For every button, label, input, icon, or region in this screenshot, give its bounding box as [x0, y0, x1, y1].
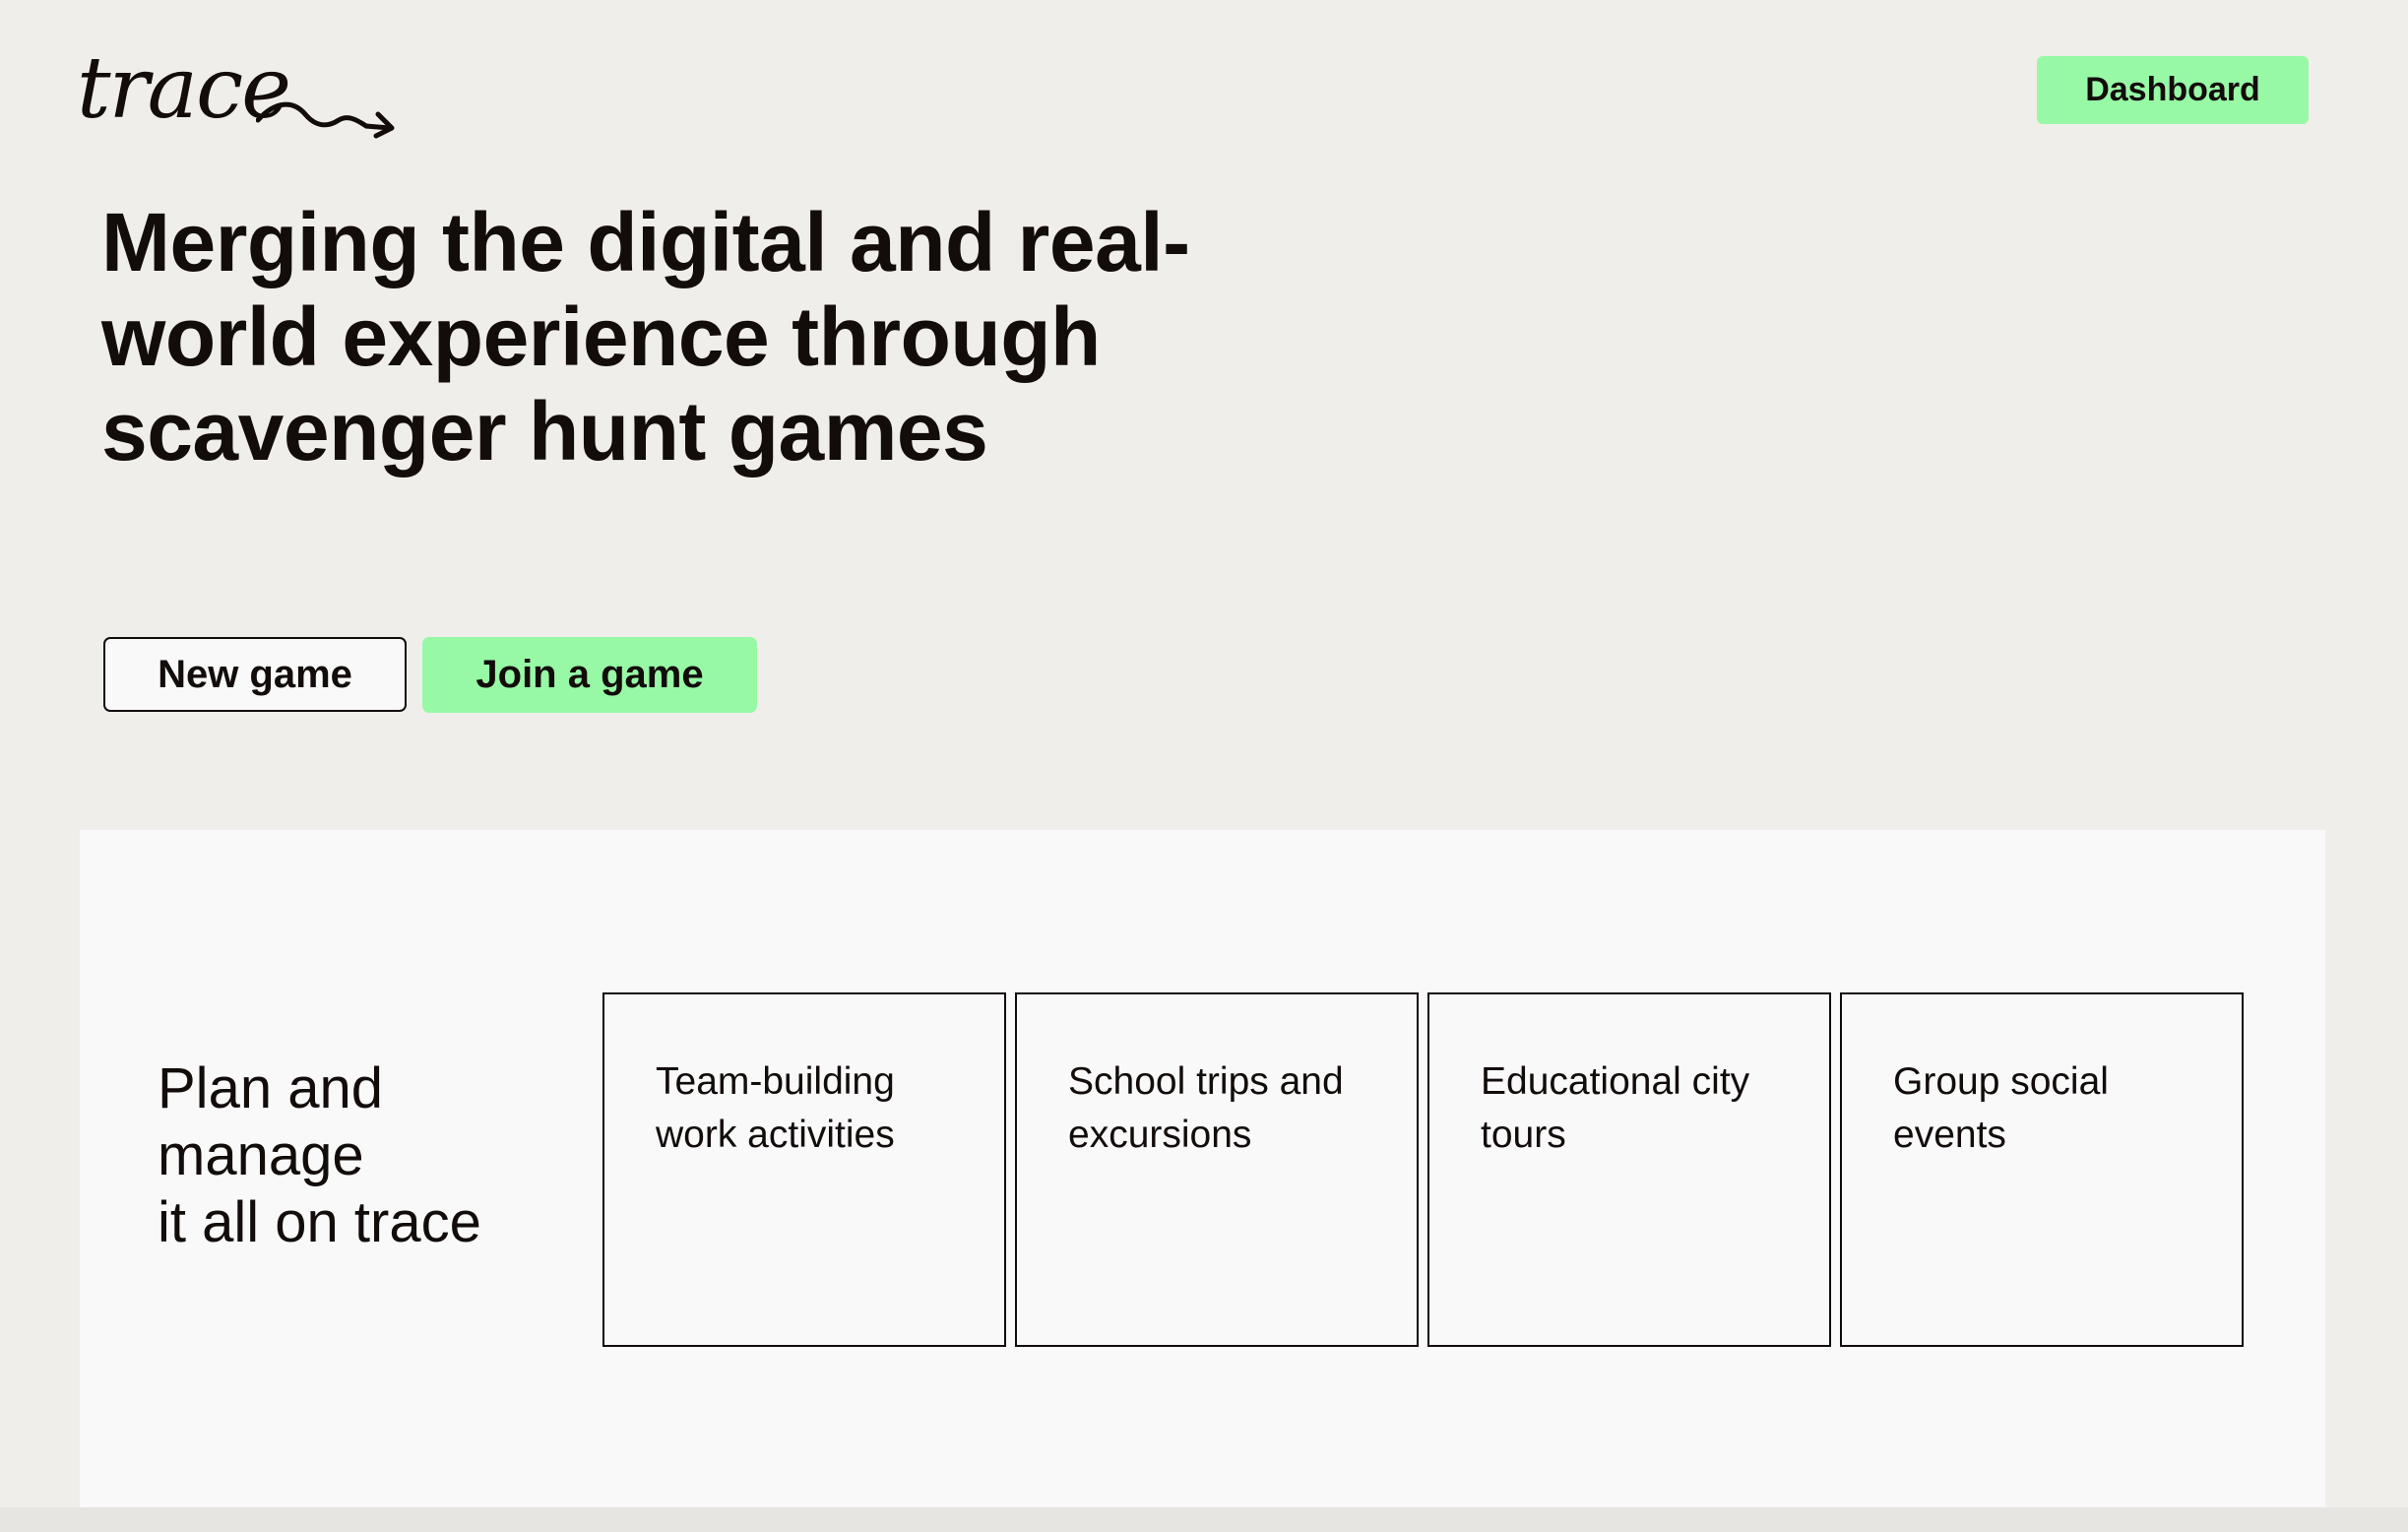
hero-title: Merging the digital and real-world exper…	[101, 196, 1190, 478]
use-case-card-team-building: Team-building work activities	[602, 992, 1006, 1347]
card-label-line: work activities	[656, 1114, 895, 1156]
use-case-card-social-events: Group social events	[1840, 992, 2244, 1347]
card-label-line: Group social	[1893, 1060, 2109, 1103]
card-label-line: Team-building	[656, 1060, 895, 1103]
card-label-line: Educational city	[1481, 1060, 1750, 1103]
logo-swoosh-arrow-icon	[256, 101, 395, 139]
card-label-line: excursions	[1068, 1114, 1252, 1156]
use-case-cards: Team-building work activities School trip…	[602, 992, 2244, 1347]
features-heading: Plan and manage it all on trace	[158, 1055, 601, 1256]
features-heading-line: Plan and	[158, 1056, 383, 1120]
page-bottom-edge	[0, 1507, 2408, 1532]
card-label: Team-building work activities	[656, 1055, 971, 1162]
card-label-line: events	[1893, 1114, 2006, 1156]
hero-actions: New game Join a game	[103, 637, 757, 713]
dashboard-button[interactable]: Dashboard	[2037, 56, 2309, 124]
trace-logo[interactable]: trace	[77, 43, 395, 139]
card-label: School trips and excursions	[1068, 1055, 1383, 1162]
features-heading-line: it all on trace	[158, 1190, 481, 1254]
join-game-button[interactable]: Join a game	[422, 637, 757, 713]
card-label-line: School trips and	[1068, 1060, 1344, 1103]
card-label-line: tours	[1481, 1114, 1566, 1156]
card-label: Educational city tours	[1481, 1055, 1796, 1162]
features-panel: Plan and manage it all on trace Team-build…	[80, 830, 2325, 1507]
use-case-card-school-trips: School trips and excursions	[1015, 992, 1419, 1347]
card-label: Group social events	[1893, 1055, 2208, 1162]
use-case-card-city-tours: Educational city tours	[1427, 992, 1831, 1347]
new-game-button[interactable]: New game	[103, 637, 407, 712]
features-heading-line: manage	[158, 1123, 364, 1187]
